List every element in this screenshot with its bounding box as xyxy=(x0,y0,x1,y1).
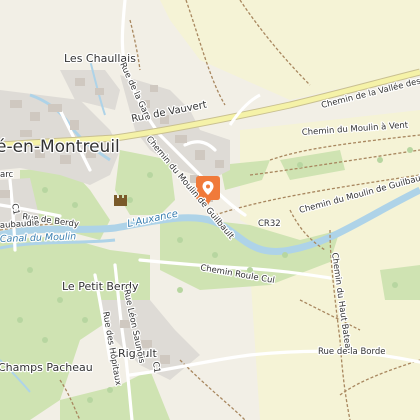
castle-icon[interactable] xyxy=(114,195,127,206)
road-label-cr32: CR32 xyxy=(258,219,281,229)
place-label-town: é-en-Montreuil xyxy=(0,137,120,157)
map-canvas: Les Chaullais é-en-Montreuil Le Petit Be… xyxy=(0,0,420,420)
road-label-c1-south: C1 xyxy=(150,361,161,374)
place-label-champs-pacheau: Champs Pacheau xyxy=(0,361,93,374)
road-label-borde: Rue de la Borde xyxy=(318,347,385,357)
map-view[interactable]: Les Chaullais é-en-Montreuil Le Petit Be… xyxy=(0,0,420,420)
place-label-arc: arc xyxy=(0,170,14,180)
road-label-c1: C1 xyxy=(9,203,21,216)
